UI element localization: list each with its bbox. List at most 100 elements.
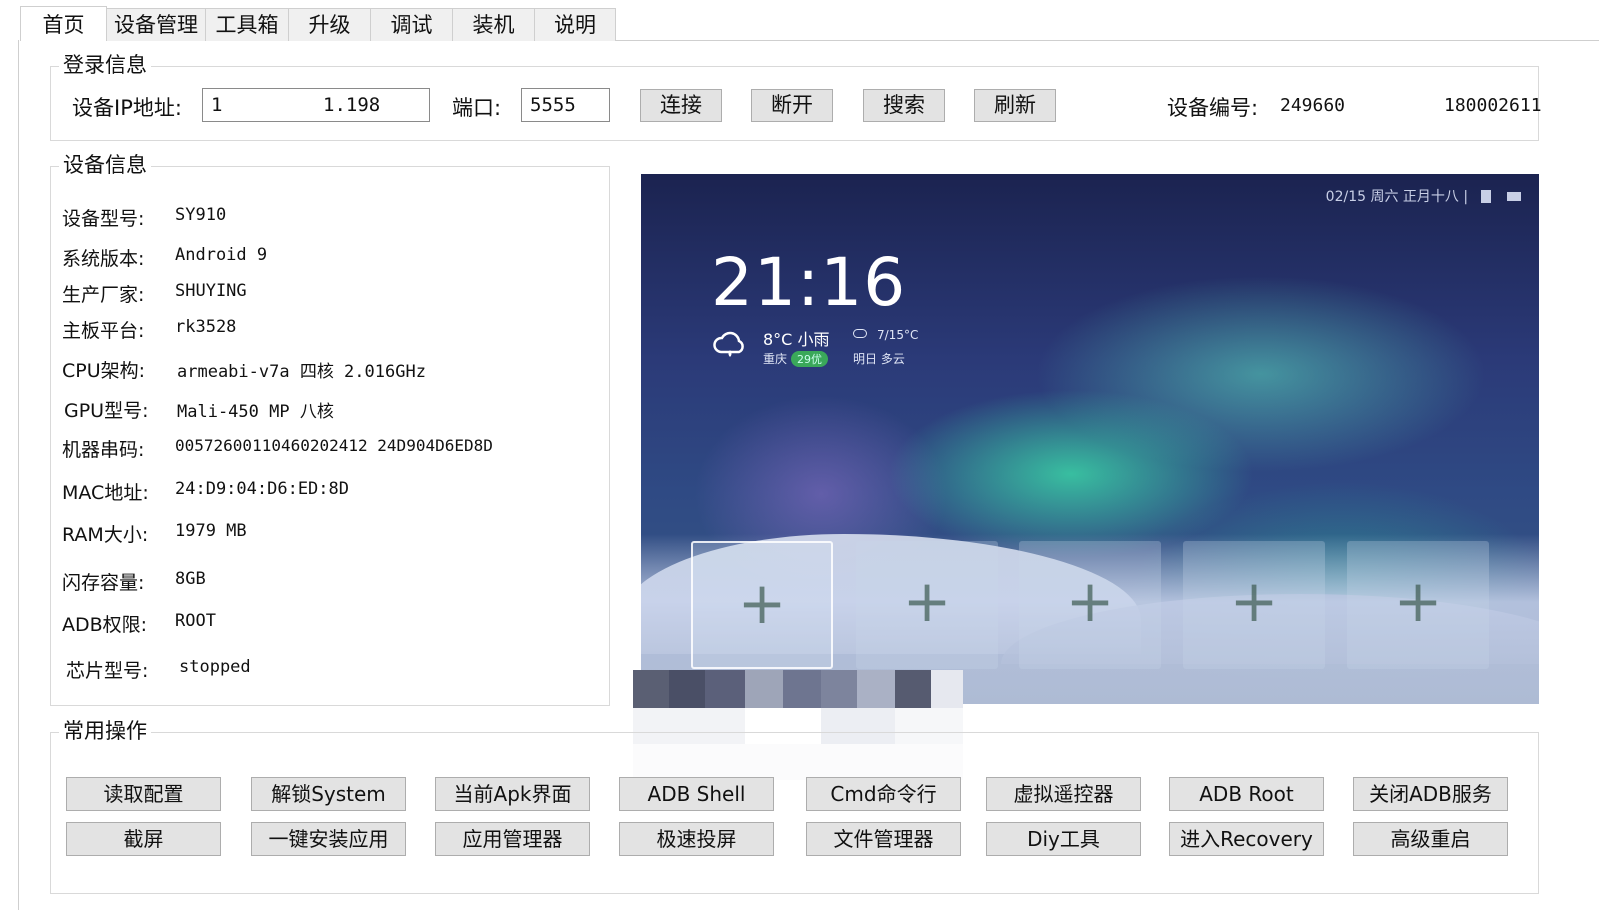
fast-cast-button[interactable]: 极速投屏 (619, 822, 774, 856)
info-key: 系统版本: (62, 248, 145, 270)
forecast-temp-text: 7/15°C (877, 328, 919, 342)
info-row-manufacturer: 生产厂家: SHUYING (62, 280, 247, 307)
tab-debug[interactable]: 调试 (370, 8, 453, 41)
info-row-adb: ADB权限: ROOT (62, 610, 216, 637)
app-manager-button[interactable]: 应用管理器 (435, 822, 590, 856)
cmd-button[interactable]: Cmd命令行 (806, 777, 961, 811)
tab-bar: 首页 设备管理 工具箱 升级 调试 装机 说明 (20, 6, 616, 42)
info-row-cpu: CPU架构: armeabi-v7a 四核 2.016GHz (62, 356, 426, 383)
connect-button[interactable]: 连接 (640, 89, 722, 122)
file-manager-button[interactable]: 文件管理器 (806, 822, 961, 856)
info-row-serial: 机器串码: 00572600110460202412 24D904D6ED8D (62, 435, 493, 462)
info-key: 设备型号: (62, 208, 145, 230)
app-slot-5[interactable]: + (1347, 541, 1489, 669)
info-row-ram: RAM大小: 1979 MB (62, 520, 247, 547)
screen-clock: 21:16 (711, 244, 907, 321)
adb-root-button[interactable]: ADB Root (1169, 777, 1324, 811)
app-slot-2[interactable]: + (856, 541, 998, 669)
info-value: 8GB (175, 569, 206, 589)
tab-install[interactable]: 装机 (452, 8, 535, 41)
info-value: Mali-450 MP 八核 (177, 402, 334, 422)
info-key: 机器串码: (62, 439, 145, 461)
cloud-icon (853, 329, 867, 338)
info-value: rk3528 (175, 317, 237, 337)
adb-shell-button[interactable]: ADB Shell (619, 777, 774, 811)
info-value: Android 9 (175, 245, 268, 265)
city-name: 重庆 (763, 352, 788, 366)
app-slot-3[interactable]: + (1019, 541, 1161, 669)
port-input[interactable]: 5555 (521, 88, 610, 122)
read-config-button[interactable]: 读取配置 (66, 777, 221, 811)
refresh-button[interactable]: 刷新 (974, 89, 1056, 122)
info-key: CPU架构: (62, 360, 146, 382)
info-value: armeabi-v7a 四核 2.016GHz (177, 362, 426, 382)
serial-label: 设备编号: (1167, 96, 1259, 120)
info-row-platform: 主板平台: rk3528 (62, 316, 236, 343)
info-row-mac: MAC地址: 24:D9:04:D6:ED:8D (62, 478, 349, 505)
search-button[interactable]: 搜索 (863, 89, 945, 122)
info-value: SHUYING (175, 281, 247, 301)
serial-value-start: 249660 (1280, 95, 1346, 116)
info-key: RAM大小: (62, 524, 149, 546)
common-ops-group: 常用操作 (50, 717, 1539, 894)
app-slot-1[interactable]: + (691, 541, 833, 669)
tab-home[interactable]: 首页 (20, 6, 107, 41)
serial-value-end: 180002611 (1444, 95, 1542, 116)
info-row-gpu: GPU型号: Mali-450 MP 八核 (64, 396, 334, 423)
info-row-model: 设备型号: SY910 (62, 204, 226, 231)
virtual-remote-button[interactable]: 虚拟遥控器 (986, 777, 1141, 811)
current-apk-button[interactable]: 当前Apk界面 (435, 777, 590, 811)
window-border (18, 40, 19, 910)
tab-divider (616, 40, 1599, 41)
app-window: 首页 设备管理 工具箱 升级 调试 装机 说明 登录信息 设备IP地址: 1 1… (0, 0, 1599, 923)
device-screen-preview[interactable]: 02/15 周六 正月十八 | 21:16 8°C 小雨 重庆 29优 7/15°… (641, 174, 1539, 704)
app-slot-4[interactable]: + (1183, 541, 1325, 669)
tab-device-management[interactable]: 设备管理 (106, 8, 206, 41)
info-key: MAC地址: (62, 482, 149, 504)
usb-icon (1480, 190, 1491, 203)
forecast-day: 明日 多云 (853, 352, 905, 366)
port-label: 端口: (452, 96, 502, 120)
diy-tool-button[interactable]: Diy工具 (986, 822, 1141, 856)
close-adb-button[interactable]: 关闭ADB服务 (1353, 777, 1508, 811)
weather-city: 重庆 29优 (763, 350, 829, 367)
disconnect-button[interactable]: 断开 (751, 89, 833, 122)
info-value: stopped (179, 657, 251, 677)
forecast-temp: 7/15°C (853, 328, 918, 342)
info-key: 芯片型号: (66, 660, 149, 682)
info-row-os: 系统版本: Android 9 (62, 244, 267, 271)
ip-label: 设备IP地址: (72, 96, 182, 120)
login-info-legend: 登录信息 (59, 51, 151, 79)
tab-toolbox[interactable]: 工具箱 (205, 8, 289, 41)
info-value: 1979 MB (175, 521, 247, 541)
ip-value-end: 1.198 (323, 94, 381, 116)
screenshot-button[interactable]: 截屏 (66, 822, 221, 856)
advanced-reboot-button[interactable]: 高级重启 (1353, 822, 1508, 856)
ip-value-start: 1 (211, 94, 223, 116)
recovery-button[interactable]: 进入Recovery (1169, 822, 1324, 856)
common-ops-legend: 常用操作 (59, 717, 151, 745)
info-value: 24:D9:04:D6:ED:8D (175, 479, 349, 499)
info-key: 生产厂家: (62, 284, 145, 306)
info-value: SY910 (175, 205, 227, 225)
device-info-legend: 设备信息 (59, 151, 151, 179)
weather-temp: 8°C 小雨 (763, 330, 830, 349)
install-app-button[interactable]: 一键安装应用 (251, 822, 406, 856)
screen-status-bar: 02/15 周六 正月十八 | (1326, 186, 1521, 206)
info-value: 00572600110460202412 24D904D6ED8D (175, 436, 493, 455)
screen-date: 02/15 周六 正月十八 | (1325, 189, 1469, 205)
aqi-badge: 29优 (791, 351, 829, 367)
info-value: ROOT (175, 611, 216, 631)
rain-cloud-icon (713, 331, 744, 357)
network-icon (1507, 192, 1521, 201)
ip-input[interactable]: 1 1.198 (202, 88, 430, 122)
tab-upgrade[interactable]: 升级 (288, 8, 371, 41)
info-key: GPU型号: (64, 400, 149, 422)
unlock-system-button[interactable]: 解锁System (251, 777, 406, 811)
info-key: 主板平台: (62, 320, 145, 342)
tab-instructions[interactable]: 说明 (534, 8, 616, 41)
info-row-chip: 芯片型号: stopped (66, 656, 251, 683)
info-key: ADB权限: (62, 614, 148, 636)
info-row-storage: 闪存容量: 8GB (62, 568, 206, 595)
info-key: 闪存容量: (62, 572, 145, 594)
